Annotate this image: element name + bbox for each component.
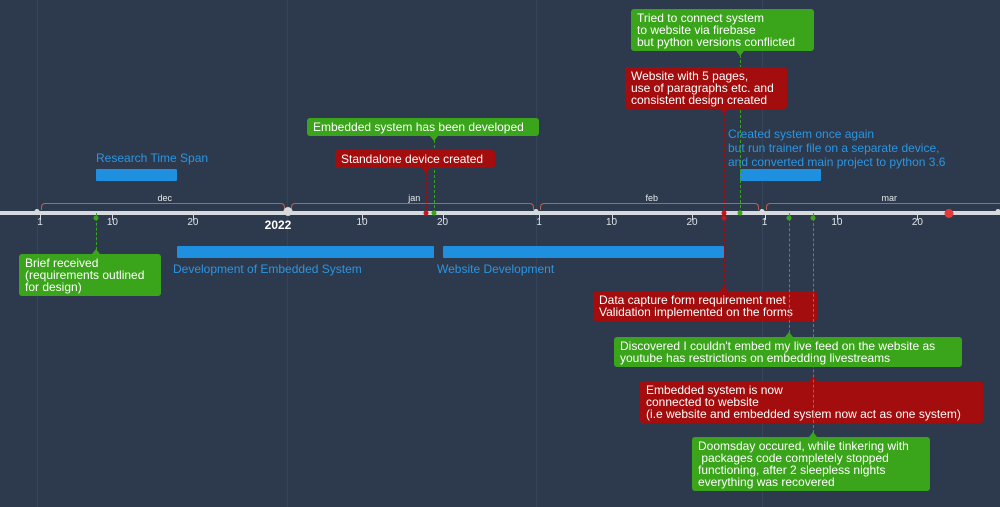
- event-callout: Discovered I couldn't embed my live feed…: [614, 332, 962, 367]
- timeline-axis: [0, 211, 1000, 215]
- month-dot: [34, 209, 40, 214]
- event-connector: [812, 213, 814, 433]
- year-label: 2022: [264, 218, 292, 232]
- span-label: Website Development: [437, 262, 555, 276]
- day-tick-label: 10: [106, 217, 118, 228]
- month-label: jan: [408, 193, 421, 203]
- day-tick-label: 20: [911, 217, 923, 228]
- event-callout: Embedded system has been developed: [307, 118, 539, 141]
- month-bracket: [290, 203, 535, 210]
- span-bar: [740, 169, 821, 181]
- month-bracket: [540, 203, 760, 210]
- year-dot: [283, 207, 293, 216]
- month-label: feb: [645, 193, 659, 203]
- event-callout: Doomsday occured, while tinkering with p…: [692, 432, 930, 491]
- day-tick-label: 1: [37, 217, 43, 228]
- month-label: mar: [881, 193, 898, 203]
- event-callout: Website with 5 pages, use of paragraphs …: [625, 67, 787, 114]
- event-marker: [786, 215, 792, 221]
- span-label: Created system once again but run traine…: [728, 127, 946, 169]
- event-marker: [423, 210, 429, 216]
- month-bracket: [41, 203, 285, 210]
- event-marker: [431, 210, 437, 216]
- day-tick-label: 10: [356, 217, 368, 228]
- event-connector: [724, 113, 726, 213]
- day-tick-label: 20: [187, 217, 199, 228]
- event-callout: Brief received (requirements outlined fo…: [19, 249, 161, 296]
- span-bar: [176, 246, 435, 258]
- span-label: Research Time Span: [96, 151, 209, 165]
- span-label: Development of Embedded System: [173, 262, 362, 276]
- day-tick-label: 10: [831, 217, 843, 228]
- day-tick-label: 20: [686, 217, 698, 228]
- month-dot: [995, 209, 1000, 214]
- span-bar: [442, 246, 725, 258]
- month-label: dec: [157, 193, 173, 203]
- day-tick-label: 1: [536, 217, 542, 228]
- event-marker: [737, 210, 743, 216]
- month-bracket: [765, 203, 1000, 210]
- event-marker: [721, 215, 727, 221]
- span-bar: [96, 169, 177, 181]
- event-callout: Tried to connect system to website via f…: [631, 9, 814, 56]
- month-dot: [759, 209, 764, 214]
- event-connector: [724, 213, 726, 287]
- timeline-chart: dec jan feb mar 1 10 20 10 20 1 10 20 1 10 20 Research …: [0, 0, 1000, 507]
- event-connector: [426, 172, 428, 213]
- event-callout: Standalone device created: [335, 150, 495, 173]
- event-marker: [93, 215, 99, 221]
- month-dot: [533, 209, 539, 214]
- event-callout: Embedded system is now connected to webs…: [640, 376, 983, 423]
- event-marker: [810, 215, 816, 221]
- day-tick-label: 10: [605, 217, 618, 228]
- day-tick-label: 20: [436, 217, 449, 228]
- event-connector: [788, 213, 790, 333]
- today-marker: [944, 209, 954, 218]
- event-callout: Data capture form requirement met Valida…: [593, 286, 817, 321]
- day-tick-label: 1: [761, 217, 768, 228]
